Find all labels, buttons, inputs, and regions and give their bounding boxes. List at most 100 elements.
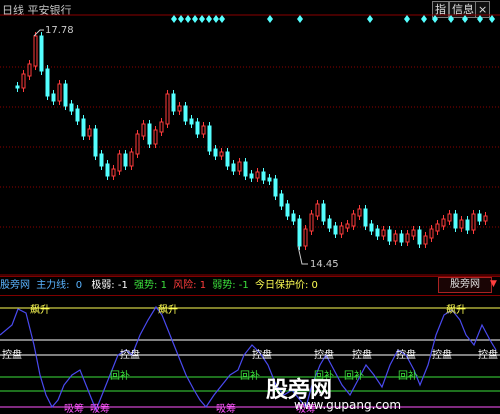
- candle-body: [195, 121, 200, 135]
- candle-body: [105, 163, 110, 177]
- candle-body: [255, 171, 260, 179]
- candle-body: [183, 105, 188, 122]
- surge-label: 飙升: [30, 303, 50, 316]
- signal-diamond: [489, 15, 495, 23]
- signal-diamond: [297, 15, 303, 23]
- candle-body: [297, 218, 302, 247]
- candle-body: [261, 171, 266, 181]
- candle-body: [309, 213, 314, 232]
- surge-label: 飙升: [158, 303, 178, 316]
- candle-body: [15, 85, 20, 89]
- candle-body: [483, 215, 488, 222]
- signal-diamond: [206, 15, 212, 23]
- candle-body: [153, 129, 158, 145]
- candle-body: [225, 151, 230, 167]
- candle-body: [453, 213, 458, 229]
- candle-body: [339, 225, 344, 235]
- candle-body: [177, 105, 182, 112]
- signal-diamond: [171, 15, 177, 23]
- candle-body: [387, 229, 392, 242]
- candle-body: [477, 213, 482, 222]
- surge-label: 飙升: [446, 303, 466, 316]
- refill-label: 回补: [110, 369, 130, 382]
- control-label: 控盘: [252, 348, 272, 361]
- candle-body: [303, 228, 308, 247]
- control-label: 控盘: [314, 348, 334, 361]
- candle-body: [33, 35, 38, 67]
- accumulate-label: 吸筹: [64, 402, 84, 414]
- signal-diamond: [219, 15, 225, 23]
- candle-body: [111, 168, 116, 177]
- candle-body: [333, 225, 338, 235]
- candle-body: [159, 121, 164, 133]
- candle-body: [213, 148, 218, 157]
- candle-body: [393, 233, 398, 242]
- candle-body: [45, 68, 50, 97]
- candle-body: [147, 123, 152, 145]
- candle-body: [165, 93, 170, 125]
- candle-body: [27, 63, 32, 77]
- candle-body: [129, 151, 134, 167]
- candle-body: [435, 223, 440, 232]
- candle-body: [423, 235, 428, 245]
- candle-body: [75, 108, 80, 122]
- signal-diamond: [192, 15, 198, 23]
- candle-body: [291, 213, 296, 222]
- ruoshi-label: 弱势: -1: [212, 280, 249, 291]
- candle-body: [207, 125, 212, 152]
- candle-body: [21, 73, 26, 89]
- candle-body: [123, 153, 128, 167]
- candle-body: [405, 233, 410, 243]
- accumulate-label: 吸筹: [90, 402, 110, 414]
- candle-body: [69, 103, 74, 112]
- candle-body: [459, 219, 464, 229]
- candle-body: [249, 173, 254, 179]
- candle-body: [99, 153, 104, 167]
- candle-body: [471, 213, 476, 231]
- high-price-label: 17.78: [45, 25, 74, 36]
- indicator-header-bar: 股旁网 主力线: 0 极弱: -1 强势: 1 风险: 1 弱势: -1 今日保…: [0, 276, 500, 296]
- candle-body: [135, 133, 140, 155]
- watermark-url: www.gupang.com: [294, 398, 402, 412]
- control-label: 控盘: [432, 348, 452, 361]
- candle-body: [117, 153, 122, 172]
- fengxian-label: 风险: 1: [173, 280, 207, 291]
- signal-diamond: [477, 15, 483, 23]
- chevron-down-icon[interactable]: ▼: [490, 277, 500, 291]
- control-label: 控盘: [478, 348, 498, 361]
- candle-body: [93, 128, 98, 157]
- signal-diamond: [178, 15, 184, 23]
- signal-diamond: [421, 15, 427, 23]
- candle-body: [63, 83, 68, 107]
- candle-body: [447, 213, 452, 222]
- candle-body: [51, 93, 56, 102]
- candle-body: [417, 229, 422, 245]
- candle-body: [231, 163, 236, 172]
- candle-body: [399, 233, 404, 243]
- indicator-select[interactable]: 股旁网: [438, 277, 492, 293]
- watermark: 股旁网 www.gupang.com: [226, 372, 500, 414]
- main-line-label: 主力线:: [36, 280, 70, 291]
- candle-body: [237, 161, 242, 172]
- signal-diamond: [267, 15, 273, 23]
- candle-body: [81, 118, 86, 137]
- candle-body: [441, 218, 446, 227]
- indicator-name: 股旁网: [0, 280, 30, 291]
- main-line-value: 0: [75, 280, 83, 291]
- candle-body: [321, 203, 326, 222]
- candle-body: [219, 151, 224, 157]
- candle-body: [189, 118, 194, 125]
- candle-body: [429, 228, 434, 239]
- candle-body: [381, 229, 386, 237]
- signal-diamond: [185, 15, 191, 23]
- signal-diamond: [448, 15, 454, 23]
- candle-body: [375, 228, 380, 237]
- candle-body: [357, 208, 362, 217]
- candle-body: [369, 223, 374, 232]
- control-label: 控盘: [352, 348, 372, 361]
- low-price-label: 14.45: [310, 259, 339, 270]
- candle-body: [411, 229, 416, 237]
- candle-body: [285, 203, 290, 217]
- candle-body: [39, 35, 44, 72]
- candle-body: [171, 93, 176, 112]
